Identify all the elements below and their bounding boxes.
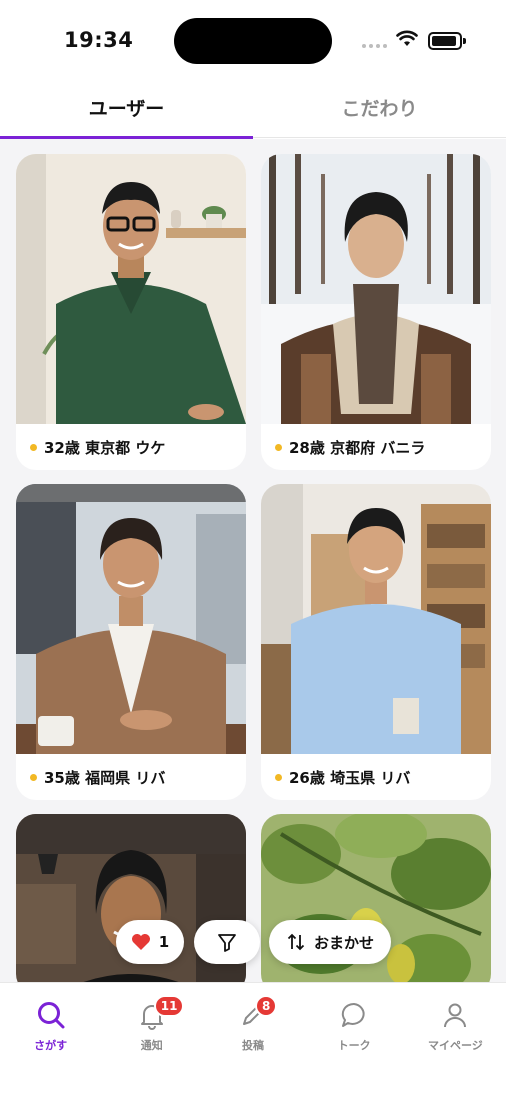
post-badge: 8 bbox=[254, 995, 278, 1017]
top-tabs: ユーザー こだわり bbox=[0, 84, 506, 139]
nav-label: さがす bbox=[34, 1039, 68, 1052]
tab-label: ユーザー bbox=[88, 98, 165, 120]
user-prefecture: 福岡県 bbox=[85, 768, 131, 787]
wifi-icon bbox=[396, 30, 418, 46]
user-caption: 35歳 福岡県 リバ bbox=[16, 754, 246, 800]
nav-label: マイページ bbox=[427, 1039, 483, 1052]
sort-label: おまかせ bbox=[313, 933, 374, 952]
tab-users[interactable]: ユーザー bbox=[0, 84, 253, 139]
status-bar: 19:34 bbox=[0, 0, 506, 80]
user-photo bbox=[261, 484, 491, 754]
sort-arrows-icon bbox=[287, 933, 305, 951]
user-prefecture: 東京都 bbox=[85, 438, 131, 457]
nav-notifications[interactable]: 11 通知 bbox=[101, 983, 202, 1063]
user-grid: 32歳 東京都 ウケ 28歳 京都府 バニラ 35歳 福岡県 リバ 26歳 埼玉… bbox=[0, 139, 506, 982]
user-photo bbox=[16, 154, 246, 424]
user-role: ウケ bbox=[135, 438, 166, 457]
nav-label: 投稿 bbox=[241, 1039, 264, 1052]
heart-icon bbox=[131, 934, 150, 950]
likes-count: 1 bbox=[158, 933, 170, 951]
online-status-dot bbox=[275, 773, 282, 781]
status-time: 19:34 bbox=[64, 28, 134, 52]
user-prefecture: 埼玉県 bbox=[330, 768, 376, 787]
person-icon bbox=[439, 999, 471, 1031]
user-age: 26歳 bbox=[289, 768, 325, 787]
nav-label: トーク bbox=[337, 1039, 371, 1052]
nav-label: 通知 bbox=[140, 1039, 163, 1052]
sort-button[interactable]: おまかせ bbox=[269, 920, 391, 964]
user-age: 28歳 bbox=[289, 438, 325, 457]
user-age: 32歳 bbox=[44, 438, 80, 457]
user-role: リバ bbox=[135, 768, 166, 787]
likes-button[interactable]: 1 bbox=[116, 920, 184, 964]
online-status-dot bbox=[30, 443, 37, 451]
pen-icon: 8 bbox=[237, 995, 278, 1031]
user-caption: 32歳 東京都 ウケ bbox=[16, 424, 246, 470]
user-card[interactable]: 35歳 福岡県 リバ bbox=[16, 484, 246, 800]
bell-icon: 11 bbox=[136, 995, 185, 1031]
cellular-signal-icon bbox=[362, 44, 387, 48]
online-status-dot bbox=[30, 773, 37, 781]
filter-button[interactable] bbox=[194, 920, 260, 964]
notification-badge: 11 bbox=[153, 995, 185, 1017]
user-card[interactable]: 28歳 京都府 バニラ bbox=[261, 154, 491, 470]
bottom-navigation: さがす 11 通知 8 投稿 トーク マイページ bbox=[0, 982, 506, 1100]
user-caption: 26歳 埼玉県 リバ bbox=[261, 754, 491, 800]
tab-preferences[interactable]: こだわり bbox=[253, 84, 506, 138]
nav-search[interactable]: さがす bbox=[0, 983, 101, 1063]
user-prefecture: 京都府 bbox=[330, 438, 376, 457]
user-role: リバ bbox=[380, 768, 411, 787]
user-card[interactable]: 26歳 埼玉県 リバ bbox=[261, 484, 491, 800]
user-age: 35歳 bbox=[44, 768, 80, 787]
dynamic-island bbox=[174, 18, 332, 64]
nav-mypage[interactable]: マイページ bbox=[405, 983, 506, 1063]
user-card[interactable]: 32歳 東京都 ウケ bbox=[16, 154, 246, 470]
online-status-dot bbox=[275, 443, 282, 451]
nav-talk[interactable]: トーク bbox=[304, 983, 405, 1063]
user-photo bbox=[261, 154, 491, 424]
chat-bubble-icon bbox=[338, 999, 370, 1031]
search-icon bbox=[35, 999, 67, 1031]
user-role: バニラ bbox=[380, 438, 426, 457]
user-photo bbox=[16, 484, 246, 754]
filter-icon bbox=[218, 934, 236, 952]
user-caption: 28歳 京都府 バニラ bbox=[261, 424, 491, 470]
nav-post[interactable]: 8 投稿 bbox=[202, 983, 303, 1063]
tab-label: こだわり bbox=[341, 98, 418, 120]
battery-icon bbox=[428, 32, 466, 50]
